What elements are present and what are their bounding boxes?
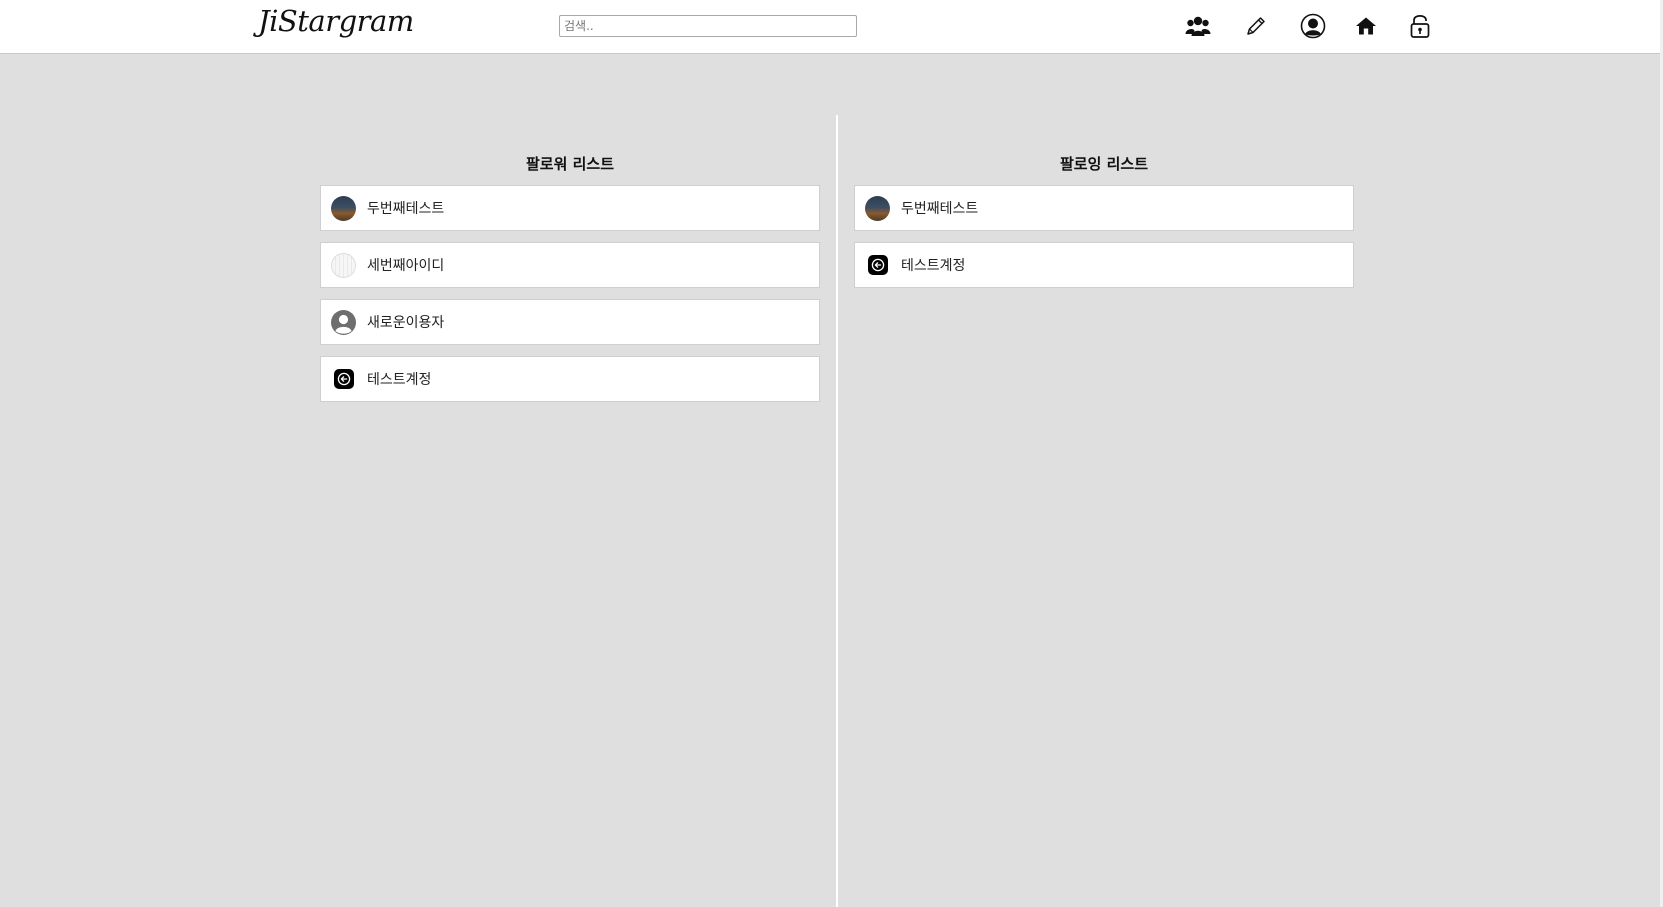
user-name: 세번째아이디: [367, 258, 445, 274]
user-name: 테스트계정: [901, 258, 966, 274]
user-name: 새로운이용자: [367, 315, 445, 331]
followers-title: 팔로워 리스트: [525, 155, 615, 173]
user-name: 테스트계정: [367, 372, 432, 388]
page: JiStargram 검색.. 팔로워 리스트 두번째테스트 세번째아이디 새로…: [0, 0, 1663, 907]
list-item[interactable]: 두번째테스트: [854, 185, 1354, 231]
photo-avatar: [331, 195, 356, 221]
back-arrow-avatar: [868, 255, 888, 275]
following-list: 팔로잉 리스트 두번째테스트 테스트계정: [854, 150, 1354, 299]
unlock-icon[interactable]: [1406, 12, 1434, 40]
logo[interactable]: JiStargram: [258, 4, 414, 38]
list-item[interactable]: 두번째테스트: [320, 185, 820, 231]
photo-avatar: [865, 195, 890, 221]
column-divider: [836, 115, 838, 907]
user-name: 두번째테스트: [901, 201, 979, 217]
followers-list: 팔로워 리스트 두번째테스트 세번째아이디 새로운이용자 테스트계정: [320, 150, 820, 413]
list-item[interactable]: 세번째아이디: [320, 242, 820, 288]
list-item[interactable]: 테스트계정: [854, 242, 1354, 288]
search-input[interactable]: [559, 15, 857, 37]
home-icon[interactable]: [1352, 12, 1380, 40]
default-user-avatar: [331, 309, 356, 335]
profile-icon[interactable]: [1299, 12, 1327, 40]
following-title: 팔로잉 리스트: [1059, 155, 1149, 173]
pale-photo-avatar: [331, 252, 356, 278]
top-navbar: JiStargram: [0, 0, 1660, 54]
users-icon[interactable]: [1184, 12, 1212, 40]
user-name: 두번째테스트: [367, 201, 445, 217]
back-arrow-avatar: [334, 369, 354, 389]
list-item[interactable]: 테스트계정: [320, 356, 820, 402]
list-item[interactable]: 새로운이용자: [320, 299, 820, 345]
pencil-icon[interactable]: [1242, 12, 1270, 40]
